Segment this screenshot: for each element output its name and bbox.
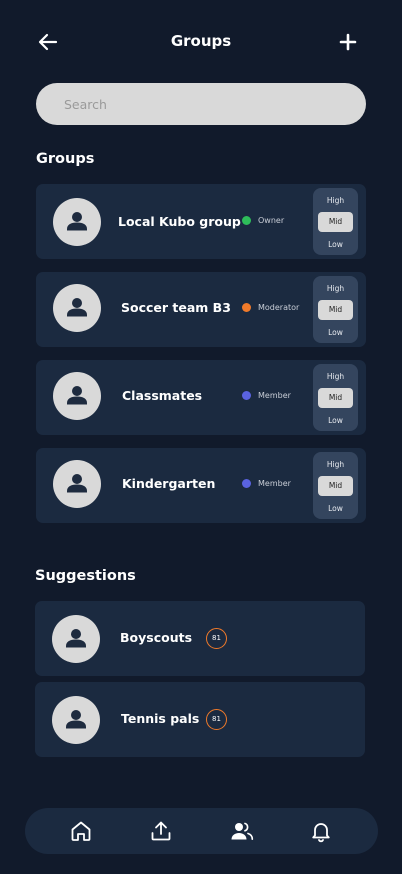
priority-selector[interactable]: High Mid Low xyxy=(313,188,358,255)
priority-selector[interactable]: High Mid Low xyxy=(313,276,358,343)
priority-mid-option[interactable]: Mid xyxy=(318,300,353,320)
avatar xyxy=(53,372,101,420)
user-icon xyxy=(67,474,87,493)
nav-upload[interactable] xyxy=(149,819,173,843)
nav-groups[interactable] xyxy=(230,819,254,843)
user-icon xyxy=(67,386,87,405)
plus-icon xyxy=(339,33,357,51)
priority-low-option[interactable]: Low xyxy=(313,416,358,425)
priority-low-option[interactable]: Low xyxy=(313,240,358,249)
suggestion-name: Boyscouts xyxy=(120,630,193,645)
member-count-badge: 81 xyxy=(206,628,227,649)
bell-icon xyxy=(312,823,330,843)
suggestion-name: Tennis pals xyxy=(121,711,200,726)
home-icon xyxy=(71,821,91,841)
group-card[interactable]: Local Kubo group Owner High Mid Low xyxy=(36,184,366,259)
group-name: Soccer team B3 xyxy=(121,300,231,315)
priority-high-option[interactable]: High xyxy=(313,460,358,469)
priority-selector[interactable]: High Mid Low xyxy=(313,452,358,519)
upload-icon xyxy=(151,821,171,841)
member-count-badge: 81 xyxy=(206,709,227,730)
groups-icon xyxy=(231,822,254,840)
nav-home[interactable] xyxy=(69,819,93,843)
role-badge: Member xyxy=(242,391,291,400)
add-group-button[interactable] xyxy=(336,30,360,54)
role-indicator xyxy=(242,303,251,312)
priority-high-option[interactable]: High xyxy=(313,284,358,293)
avatar xyxy=(52,615,100,663)
user-icon xyxy=(66,710,86,729)
user-icon xyxy=(67,212,87,231)
role-badge: Owner xyxy=(242,216,284,225)
role-label: Member xyxy=(258,391,291,400)
bottom-navbar xyxy=(25,808,378,854)
nav-notifications[interactable] xyxy=(309,819,333,843)
role-indicator xyxy=(242,391,251,400)
search-bar[interactable] xyxy=(36,83,366,125)
role-badge: Moderator xyxy=(242,303,299,312)
group-card[interactable]: Soccer team B3 Moderator High Mid Low xyxy=(36,272,366,347)
search-input[interactable] xyxy=(64,96,344,112)
group-card[interactable]: Classmates Member High Mid Low xyxy=(36,360,366,435)
priority-mid-option[interactable]: Mid xyxy=(318,476,353,496)
suggestion-card[interactable]: Tennis pals 81 xyxy=(35,682,365,757)
priority-high-option[interactable]: High xyxy=(313,196,358,205)
avatar xyxy=(53,198,101,246)
role-label: Owner xyxy=(258,216,285,225)
avatar xyxy=(53,284,101,332)
role-label: Moderator xyxy=(258,303,300,312)
group-name: Classmates xyxy=(122,388,203,403)
user-icon xyxy=(66,629,86,648)
role-indicator xyxy=(242,216,251,225)
role-badge: Member xyxy=(242,479,291,488)
avatar xyxy=(52,696,100,744)
priority-mid-option[interactable]: Mid xyxy=(318,212,353,232)
suggestion-card[interactable]: Boyscouts 81 xyxy=(35,601,365,676)
priority-high-option[interactable]: High xyxy=(313,372,358,381)
role-label: Member xyxy=(258,479,291,488)
priority-selector[interactable]: High Mid Low xyxy=(313,364,358,431)
user-icon xyxy=(67,298,87,317)
role-indicator xyxy=(242,479,251,488)
avatar xyxy=(53,460,101,508)
groups-section-title: Groups xyxy=(36,151,95,167)
suggestions-section-title: Suggestions xyxy=(35,568,136,584)
group-card[interactable]: Kindergarten Member High Mid Low xyxy=(36,448,366,523)
group-name: Kindergarten xyxy=(122,476,216,491)
priority-low-option[interactable]: Low xyxy=(313,504,358,513)
app-header: Groups xyxy=(0,0,402,84)
priority-mid-option[interactable]: Mid xyxy=(318,388,353,408)
group-name: Local Kubo group xyxy=(118,214,241,229)
priority-low-option[interactable]: Low xyxy=(313,328,358,337)
